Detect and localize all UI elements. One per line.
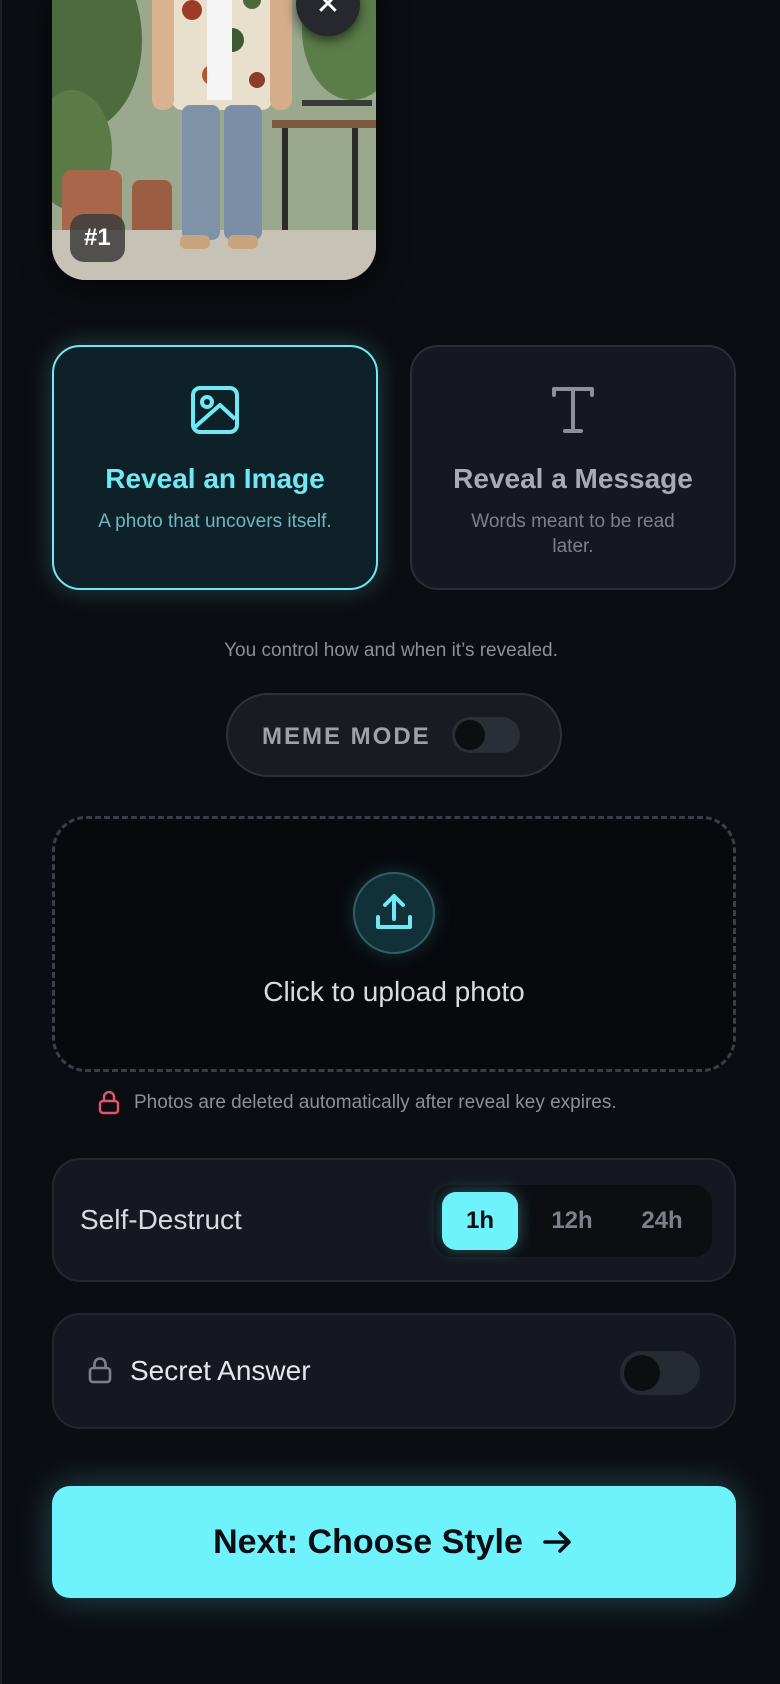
self-destruct-row: Self-Destruct 1h 12h 24h — [52, 1158, 736, 1282]
upload-dropzone[interactable]: Click to upload photo — [52, 816, 736, 1072]
image-icon — [191, 386, 239, 434]
upload-icon — [353, 872, 435, 954]
next-button-label: Next: Choose Style — [213, 1522, 523, 1561]
toggle-knob — [455, 720, 485, 750]
arrow-right-icon — [543, 1531, 571, 1553]
photo-thumbnail[interactable]: #1 — [52, 0, 376, 280]
secret-answer-toggle[interactable] — [620, 1351, 700, 1395]
meme-mode-toggle[interactable] — [452, 717, 520, 753]
mode-subtitle: A photo that uncovers itself. — [98, 511, 332, 532]
mode-title: Reveal a Message — [453, 463, 693, 494]
self-destruct-label: Self-Destruct — [80, 1204, 242, 1235]
self-destruct-option-12h[interactable]: 12h — [530, 1192, 614, 1250]
privacy-note-text: Photos are deleted automatically after r… — [134, 1092, 617, 1113]
upload-label: Click to upload photo — [263, 976, 525, 1007]
lock-icon — [88, 1357, 112, 1384]
mode-card-reveal-image[interactable]: Reveal an Image A photo that uncovers it… — [52, 345, 378, 590]
secret-answer-row: Secret Answer — [52, 1313, 736, 1429]
meme-mode-label: MEME MODE — [262, 723, 431, 750]
mode-card-reveal-message[interactable]: Reveal a Message Words meant to be read … — [410, 345, 736, 590]
lock-icon — [98, 1091, 120, 1115]
mode-title: Reveal an Image — [105, 463, 325, 494]
secret-answer-label: Secret Answer — [130, 1355, 311, 1386]
privacy-note: Photos are deleted automatically after r… — [98, 1091, 617, 1115]
photo-number-badge: #1 — [70, 214, 125, 262]
toggle-knob — [624, 1355, 660, 1391]
page: #1 ✕ Reveal an Image A photo that uncove… — [0, 0, 780, 1684]
self-destruct-option-24h[interactable]: 24h — [620, 1192, 704, 1250]
self-destruct-selector: 1h 12h 24h — [434, 1185, 712, 1257]
mode-subtitle: Words meant to be read later. — [471, 511, 675, 557]
next-choose-style-button[interactable]: Next: Choose Style — [52, 1486, 736, 1598]
self-destruct-option-1h[interactable]: 1h — [442, 1192, 518, 1250]
meme-mode-pill[interactable]: MEME MODE — [226, 693, 562, 777]
text-icon — [552, 387, 594, 433]
control-note: You control how and when it’s revealed. — [224, 640, 558, 661]
